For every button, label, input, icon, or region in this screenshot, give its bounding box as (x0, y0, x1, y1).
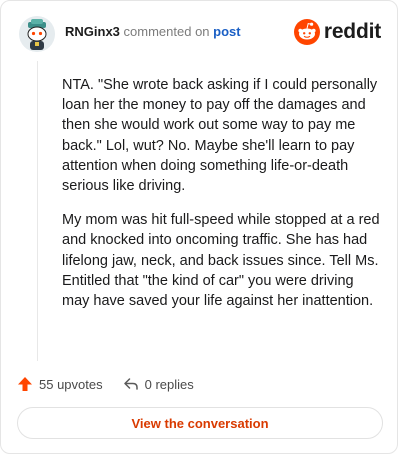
comment-card: RNGinx3 commented on post reddit NTA. "S… (0, 0, 398, 454)
post-link[interactable]: post (213, 24, 240, 39)
comment-header: RNGinx3 commented on post reddit (19, 15, 381, 53)
user-avatar[interactable] (19, 16, 55, 52)
reddit-snoo-icon (293, 19, 320, 45)
username-link[interactable]: RNGinx3 (65, 24, 120, 39)
upvote-button[interactable]: 55 upvotes (17, 376, 103, 392)
comment-body: NTA. "She wrote back asking if I could p… (62, 75, 382, 325)
commented-on-text: commented on (123, 24, 210, 39)
comment-actions: 55 upvotes 0 replies (17, 373, 214, 395)
reply-count: 0 replies (144, 376, 194, 392)
view-conversation-button[interactable]: View the conversation (17, 407, 383, 439)
comment-paragraph: My mom was hit full-speed while stopped … (62, 212, 380, 310)
upvote-count: 55 upvotes (39, 376, 103, 392)
arrow-up-icon (17, 376, 33, 392)
snoo-avatar-icon (19, 16, 55, 52)
reddit-logo[interactable]: reddit (293, 19, 381, 45)
thread-line[interactable] (37, 61, 38, 361)
reddit-wordmark: reddit (323, 20, 381, 43)
reply-arrow-icon (123, 376, 139, 392)
replies-button[interactable]: 0 replies (123, 376, 194, 392)
comment-paragraph: NTA. "She wrote back asking if I could p… (62, 77, 378, 195)
comment-meta: RNGinx3 commented on post (65, 24, 241, 40)
